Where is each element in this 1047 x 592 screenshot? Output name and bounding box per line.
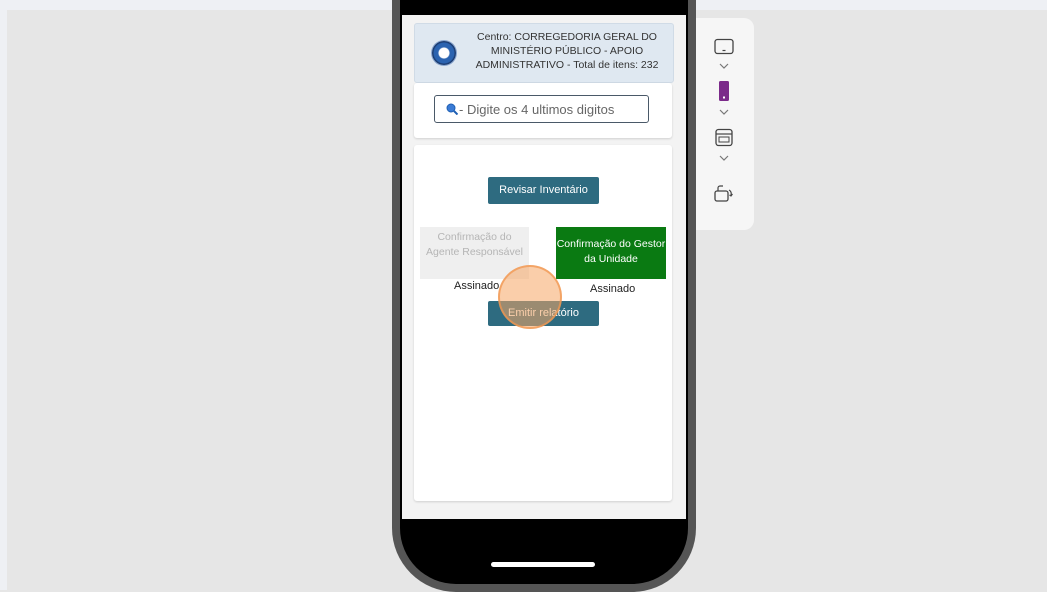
phone-icon[interactable] <box>713 80 735 102</box>
left-strip <box>0 10 7 590</box>
center-info-text: Centro: CORREGEDORIA GERAL DO MINISTÉRIO… <box>475 31 659 71</box>
org-logo-icon <box>432 41 456 65</box>
chevron-down-icon[interactable] <box>718 62 730 70</box>
tablet-icon[interactable] <box>713 38 735 56</box>
app-screen: Centro: CORREGEDORIA GERAL DO MINISTÉRIO… <box>402 15 686 519</box>
emit-report-button[interactable]: Emitir relatório <box>488 301 599 326</box>
search-icon <box>446 103 458 115</box>
search-placeholder: - Digite os 4 ultimos digitos <box>459 102 615 117</box>
device-toolbar <box>696 18 754 230</box>
phone-frame: Centro: CORREGEDORIA GERAL DO MINISTÉRIO… <box>392 0 696 592</box>
review-inventory-button[interactable]: Revisar Inventário <box>488 177 599 204</box>
agent-status-text: Assinado <box>454 280 500 292</box>
chevron-down-icon[interactable] <box>718 154 730 162</box>
center-header: Centro: CORREGEDORIA GERAL DO MINISTÉRIO… <box>414 23 674 83</box>
phone-bezel: Centro: CORREGEDORIA GERAL DO MINISTÉRIO… <box>400 0 688 584</box>
search-card: - Digite os 4 ultimos digitos <box>414 83 672 138</box>
manager-confirmation-button[interactable]: Confirmação do Gestor da Unidade <box>556 227 666 279</box>
chevron-down-icon[interactable] <box>718 108 730 116</box>
rotate-icon[interactable] <box>713 184 735 204</box>
inventory-card: Revisar Inventário Confirmação do Agente… <box>414 145 672 501</box>
manager-status-text: Assinado <box>590 283 636 295</box>
search-input[interactable]: - Digite os 4 ultimos digitos <box>434 95 649 123</box>
home-indicator <box>491 562 595 567</box>
browser-window-icon[interactable] <box>713 128 735 148</box>
agent-confirmation-button[interactable]: Confirmação do Agente Responsável <box>420 227 529 279</box>
